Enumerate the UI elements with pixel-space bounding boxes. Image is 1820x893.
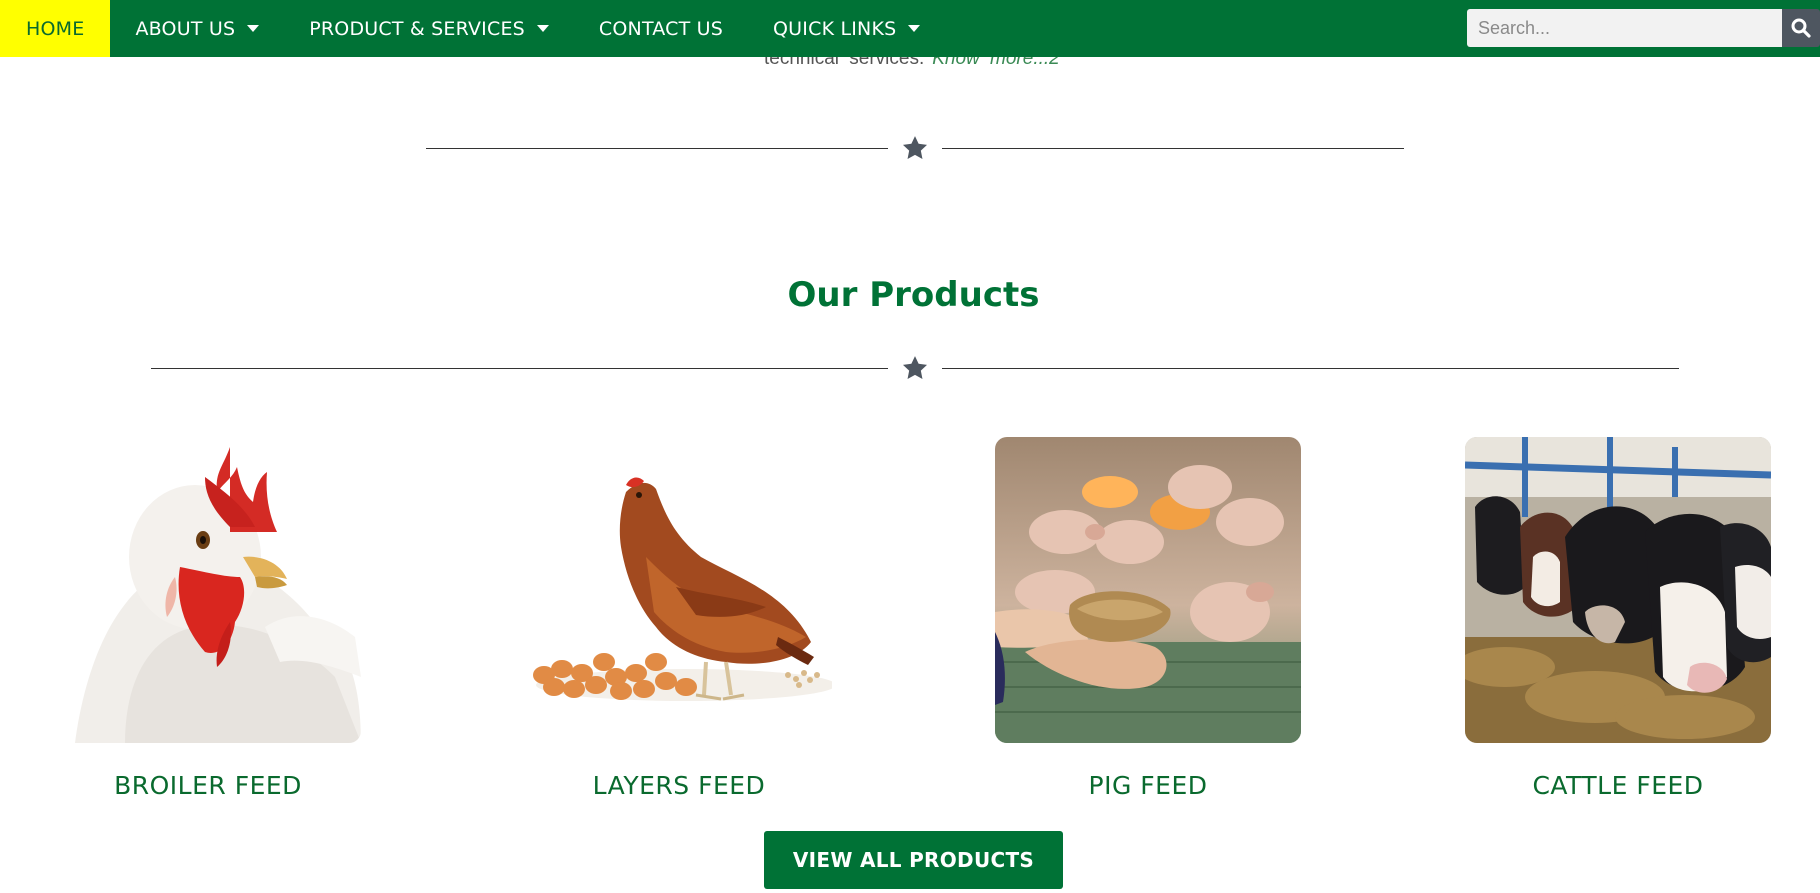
star-icon bbox=[901, 354, 929, 382]
pig-feed-image[interactable] bbox=[995, 437, 1301, 743]
star-divider-products bbox=[151, 354, 1679, 382]
divider-line bbox=[942, 147, 1404, 149]
star-divider-top bbox=[426, 134, 1404, 162]
hen-with-eggs-image[interactable] bbox=[526, 437, 832, 743]
section-title: Our Products bbox=[787, 275, 1040, 315]
chevron-down-icon bbox=[536, 25, 549, 32]
divider-line bbox=[151, 367, 888, 369]
view-all-products-button[interactable]: VIEW ALL PRODUCTS bbox=[764, 831, 1063, 889]
product-name-layers[interactable]: LAYERS FEED bbox=[593, 771, 766, 800]
product-name-cattle[interactable]: CATTLE FEED bbox=[1532, 771, 1703, 800]
chevron-down-icon bbox=[908, 25, 921, 32]
nav-about-us-label: ABOUT US bbox=[135, 17, 236, 40]
product-card-pig[interactable]: PIG FEED bbox=[995, 437, 1301, 800]
product-card-cattle[interactable]: CATTLE FEED bbox=[1465, 437, 1771, 800]
search-form bbox=[1467, 9, 1820, 47]
chevron-down-icon bbox=[247, 25, 260, 32]
product-card-layers[interactable]: LAYERS FEED bbox=[526, 437, 832, 800]
nav-contact-us-label: CONTACT US bbox=[598, 17, 724, 40]
broiler-chicken-image[interactable] bbox=[55, 437, 361, 743]
nav-home[interactable]: HOME bbox=[0, 0, 111, 57]
nav-product-services-label: PRODUCT & SERVICES bbox=[309, 17, 525, 40]
product-card-broiler[interactable]: BROILER FEED bbox=[55, 437, 361, 800]
nav-quick-links-label: QUICK LINKS bbox=[773, 17, 897, 40]
search-button[interactable] bbox=[1782, 9, 1820, 47]
product-name-pig[interactable]: PIG FEED bbox=[1089, 771, 1208, 800]
nav-home-label: HOME bbox=[26, 17, 85, 40]
nav-contact-us[interactable]: CONTACT US bbox=[574, 0, 748, 57]
search-input[interactable] bbox=[1467, 9, 1782, 47]
nav-product-services[interactable]: PRODUCT & SERVICES bbox=[284, 0, 574, 57]
divider-line bbox=[426, 147, 888, 149]
nav-about-us[interactable]: ABOUT US bbox=[110, 0, 284, 57]
product-name-broiler[interactable]: BROILER FEED bbox=[114, 771, 302, 800]
search-icon bbox=[1791, 18, 1811, 38]
nav-quick-links[interactable]: QUICK LINKS bbox=[748, 0, 945, 57]
star-icon bbox=[901, 134, 929, 162]
main-navbar: HOME ABOUT US PRODUCT & SERVICES CONTACT… bbox=[0, 0, 1820, 57]
cattle-feed-image[interactable] bbox=[1465, 437, 1771, 743]
divider-line bbox=[942, 367, 1679, 369]
